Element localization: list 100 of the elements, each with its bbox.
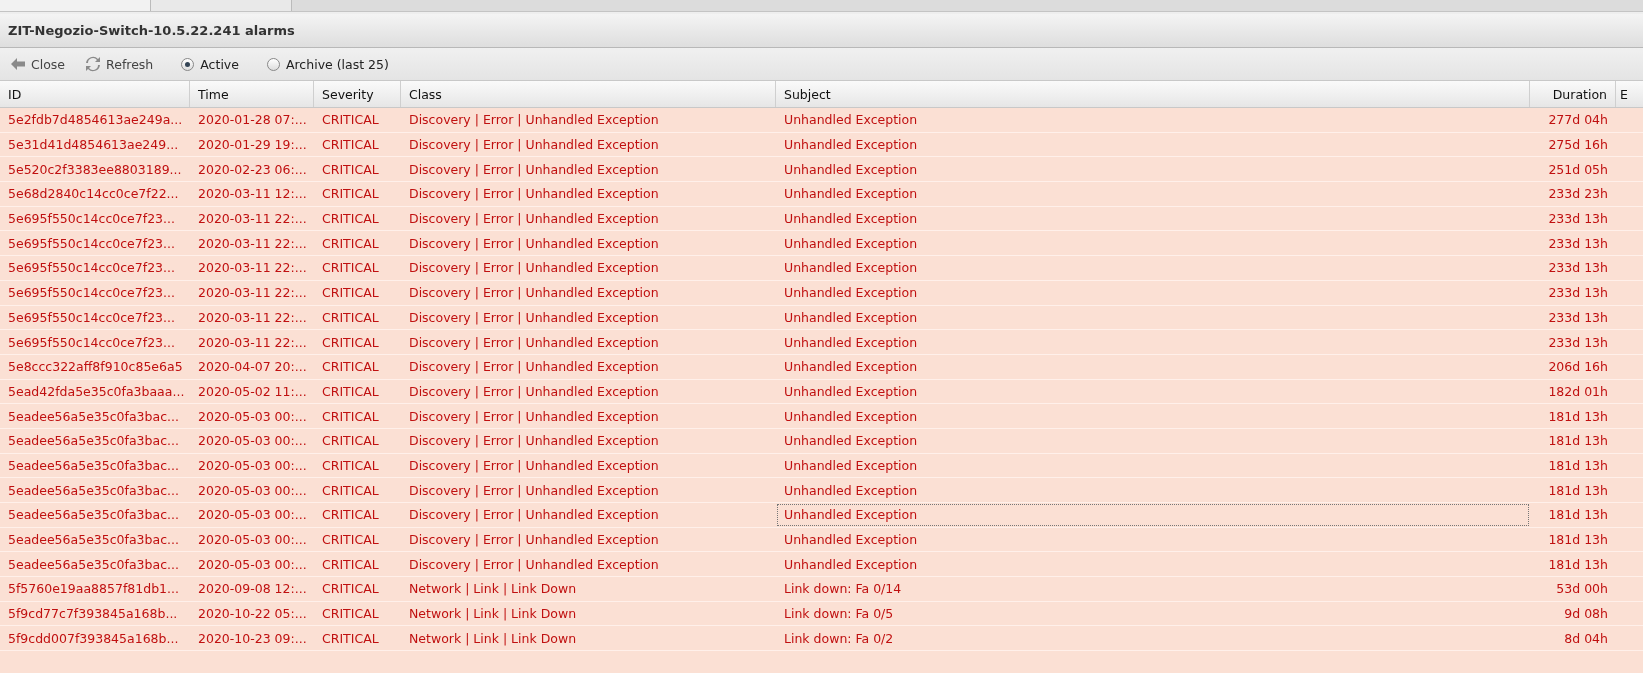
table-cell-text: 251d 05h: [1547, 160, 1609, 179]
table-cell-text: Link down: Fa 0/2: [783, 629, 895, 648]
table-cell-text: Discovery | Error | Unhandled Exception: [408, 481, 660, 500]
table-cell-text: 5e695f550c14cc0ce7f23...: [7, 308, 176, 327]
table-cell-text: 5e2fdb7d4854613ae249a...: [7, 111, 184, 130]
table-cell-text: Unhandled Exception: [783, 308, 919, 327]
table-cell-text: Discovery | Error | Unhandled Exception: [408, 160, 660, 179]
table-cell-text: Discovery | Error | Unhandled Exception: [408, 382, 660, 401]
table-cell-text: Network | Link | Link Down: [408, 629, 578, 648]
table-cell-text: 181d 13h: [1547, 407, 1609, 426]
table-cell-text: Discovery | Error | Unhandled Exception: [408, 555, 660, 574]
table-cell-text: Discovery | Error | Unhandled Exception: [408, 284, 660, 303]
table-cell-text: Unhandled Exception: [783, 259, 919, 278]
table-cell-text: 2020-05-03 00:...: [197, 506, 308, 525]
refresh-button[interactable]: Refresh: [83, 54, 156, 74]
table-cell-text: 181d 13h: [1547, 481, 1609, 500]
table-cell-text: Unhandled Exception: [783, 111, 919, 130]
table-cell-text: 2020-03-11 22:...: [197, 333, 308, 352]
table-cell-text: 2020-02-23 06:...: [197, 160, 308, 179]
table-cell-text: 233d 13h: [1547, 308, 1609, 327]
table-cell-text: Discovery | Error | Unhandled Exception: [408, 333, 660, 352]
table-cell-text: Unhandled Exception: [783, 284, 919, 303]
table-cell-text: 5e520c2f3383ee8803189...: [7, 160, 183, 179]
refresh-icon: [85, 56, 102, 72]
table-cell-text: 5eadee56a5e35c0fa3bac...: [7, 456, 180, 475]
table-cell-text: CRITICAL: [321, 481, 380, 500]
radio-icon[interactable]: [181, 57, 195, 71]
radio-option[interactable]: Active: [179, 54, 241, 74]
table-cell-text: 5e68d2840c14cc0ce7f22...: [7, 185, 180, 204]
table-cell-text: 5e695f550c14cc0ce7f23...: [7, 333, 176, 352]
table-cell-text: Unhandled Exception: [783, 456, 919, 475]
table-cell-text: 9d 08h: [1563, 605, 1609, 624]
table-cell-text: 233d 13h: [1547, 259, 1609, 278]
table-cell-text: 277d 04h: [1547, 111, 1609, 130]
table-cell-text: Link down: Fa 0/14: [783, 580, 903, 599]
table-cell-text: 233d 13h: [1547, 284, 1609, 303]
table-cell-text: Network | Link | Link Down: [408, 605, 578, 624]
table-cell-text: CRITICAL: [321, 284, 380, 303]
table-cell-text: Unhandled Exception: [783, 136, 919, 155]
radio-option[interactable]: Archive (last 25): [264, 54, 391, 74]
table-cell-text: Discovery | Error | Unhandled Exception: [408, 456, 660, 475]
table-cell-text: 2020-05-02 11:...: [197, 382, 308, 401]
table-cell-text: 2020-05-03 00:...: [197, 481, 308, 500]
table-cell-text: 53d 00h: [1555, 580, 1609, 599]
table-cell-text: CRITICAL: [321, 111, 380, 130]
table-cell-text: 181d 13h: [1547, 432, 1609, 451]
table-cell-text: 2020-03-11 22:...: [197, 284, 308, 303]
column-header[interactable]: Subject: [776, 81, 1530, 107]
table-cell-text: CRITICAL: [321, 555, 380, 574]
table-cell-text: 181d 13h: [1547, 456, 1609, 475]
table-cell-text: Discovery | Error | Unhandled Exception: [408, 432, 660, 451]
table-cell-text: 206d 16h: [1547, 358, 1609, 377]
table-cell-text: 2020-01-28 07:...: [197, 111, 308, 130]
table-cell-text: CRITICAL: [321, 432, 380, 451]
table-cell-text: Link down: Fa 0/5: [783, 605, 895, 624]
column-header[interactable]: Time: [190, 81, 314, 107]
table-cell-text: 181d 13h: [1547, 531, 1609, 550]
table-cell-text: 5eadee56a5e35c0fa3bac...: [7, 432, 180, 451]
close-button[interactable]: Close: [8, 54, 68, 74]
table-cell-text: 5e695f550c14cc0ce7f23...: [7, 234, 176, 253]
table-cell-text: 5eadee56a5e35c0fa3bac...: [7, 531, 180, 550]
window-title: ZIT-Negozio-Switch-10.5.22.241 alarms: [0, 12, 1643, 48]
table-cell-text: CRITICAL: [321, 382, 380, 401]
table-cell-text: Unhandled Exception: [783, 358, 919, 377]
table-cell-text: 5e695f550c14cc0ce7f23...: [7, 259, 176, 278]
table-cell-text: 8d 04h: [1563, 629, 1609, 648]
table-cell-text: Unhandled Exception: [783, 481, 919, 500]
table-cell-text: 5e695f550c14cc0ce7f23...: [7, 210, 176, 229]
table-cell-text: CRITICAL: [321, 210, 380, 229]
table-cell-text: 2020-03-11 22:...: [197, 234, 308, 253]
table-cell-text: Unhandled Exception: [783, 160, 919, 179]
table-cell-text: 181d 13h: [1547, 506, 1609, 525]
table-cell-text: 5eadee56a5e35c0fa3bac...: [7, 555, 180, 574]
table-cell-text: 2020-04-07 20:...: [197, 358, 308, 377]
table-cell-text: 2020-10-23 09:...: [197, 629, 308, 648]
column-header[interactable]: Duration: [1530, 81, 1616, 107]
table-cell-text: CRITICAL: [321, 358, 380, 377]
back-arrow-icon: [10, 57, 26, 71]
table-cell-text: 233d 13h: [1547, 234, 1609, 253]
table-cell-text: 5eadee56a5e35c0fa3bac...: [7, 506, 180, 525]
table-cell-text: 2020-01-29 19:...: [197, 136, 308, 155]
table-cell-text: 182d 01h: [1547, 382, 1609, 401]
column-header[interactable]: E: [1616, 81, 1643, 107]
table-cell-text: Unhandled Exception: [783, 333, 919, 352]
table-cell-text: Unhandled Exception: [783, 531, 919, 550]
table-cell-text: 181d 13h: [1547, 555, 1609, 574]
table-cell-text: Unhandled Exception: [783, 382, 919, 401]
table-cell-text: CRITICAL: [321, 160, 380, 179]
column-header[interactable]: Severity: [314, 81, 401, 107]
radio-icon[interactable]: [266, 57, 280, 71]
table-cell-text: 5eadee56a5e35c0fa3bac...: [7, 481, 180, 500]
table-cell-text: Network | Link | Link Down: [408, 580, 578, 599]
column-header[interactable]: Class: [401, 81, 776, 107]
table-cell-text: 5ead42fda5e35c0fa3baaa...: [7, 382, 186, 401]
table-cell-text: CRITICAL: [321, 259, 380, 278]
column-header[interactable]: ID: [0, 81, 190, 107]
table-cell-text: 2020-03-11 22:...: [197, 308, 308, 327]
table-cell-text: 5f5760e19aa8857f81db1...: [7, 580, 180, 599]
table-cell-text: 2020-03-11 12:...: [197, 185, 308, 204]
table-cell-text: Discovery | Error | Unhandled Exception: [408, 259, 660, 278]
